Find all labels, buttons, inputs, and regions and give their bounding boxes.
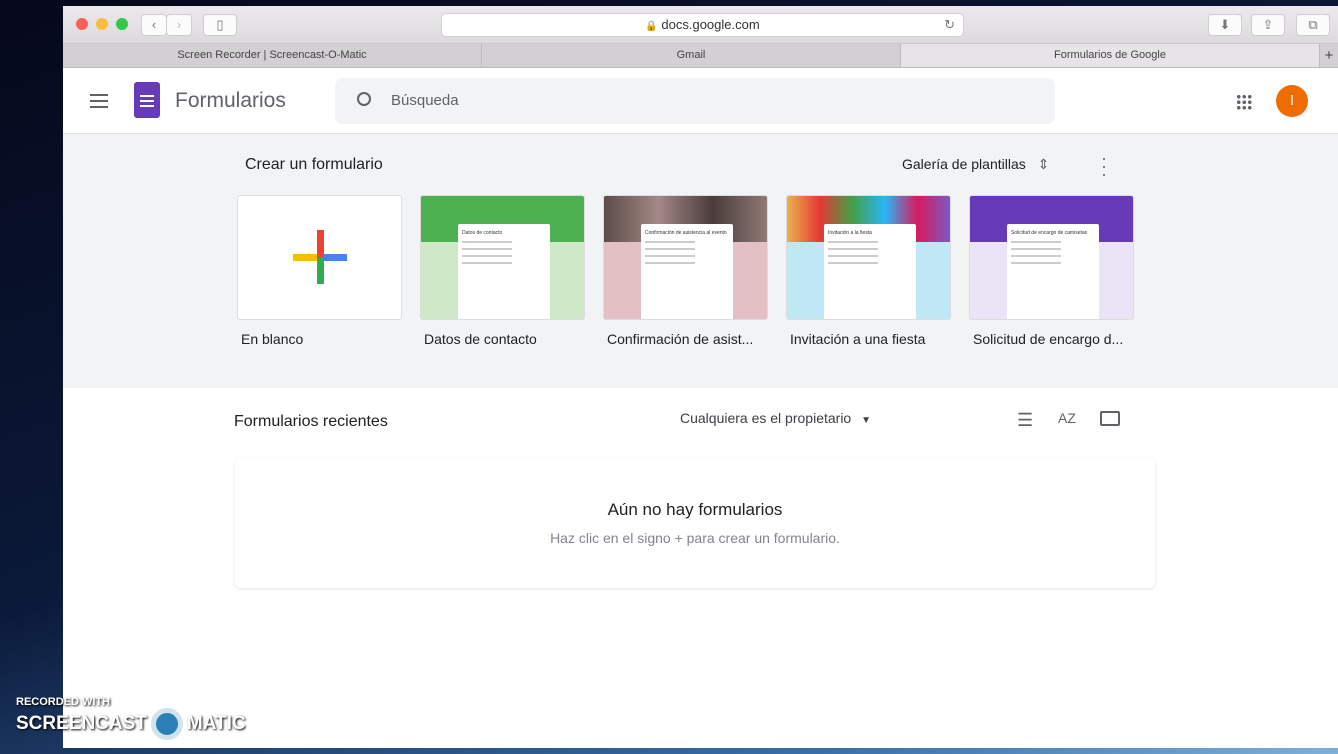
search-input[interactable]: Búsqueda [391,92,459,109]
recent-forms-section: Formularios recientes Cualquiera es el p… [63,388,1338,748]
template-label[interactable]: Datos de contacto [424,331,589,347]
template-event-rsvp[interactable]: Confirmación de asistencia al evento [603,195,768,320]
template-preview-title: Datos de contacto [462,230,503,236]
sidebar-toggle-icon[interactable]: ▯ [203,14,237,36]
tab-screencast[interactable]: Screen Recorder | Screencast-O-Matic [63,44,482,67]
search-icon[interactable] [357,92,371,106]
owner-filter-dropdown[interactable]: Cualquiera es el propietario ▼ [680,410,871,426]
template-party-invite[interactable]: Invitación a la fiesta [786,195,951,320]
downloads-icon[interactable]: ⬇ [1208,14,1242,36]
back-button[interactable]: ‹ [141,14,167,36]
minimize-window-button[interactable] [96,18,108,30]
template-blank[interactable] [237,195,402,320]
screencast-logo-icon [150,708,183,740]
template-label[interactable]: En blanco [241,331,406,347]
template-label[interactable]: Invitación a una fiesta [790,331,955,347]
plus-icon [293,230,347,284]
unfold-icon: ⇕ [1037,156,1050,172]
app-header: Formularios Búsqueda I [63,68,1338,134]
template-contact[interactable]: Datos de contacto [420,195,585,320]
app-title[interactable]: Formularios [175,89,286,113]
template-preview-title: Confirmación de asistencia al evento [645,230,727,236]
watermark-line1: RECORDED WITH [16,696,111,708]
recent-title: Formularios recientes [234,413,388,430]
lock-icon: 🔒 [645,21,658,32]
apps-grid-icon[interactable] [1236,94,1252,110]
folder-icon[interactable] [1100,411,1120,426]
browser-toolbar: ‹ › ▯ 🔒 docs.google.com ↻ ⬇ ⇪ ⧉ [63,6,1338,44]
address-bar[interactable]: 🔒 docs.google.com ↻ [441,13,964,37]
sort-az-icon[interactable]: AZ [1058,410,1076,426]
gallery-title: Crear un formulario [245,156,383,173]
browser-window: ‹ › ▯ 🔒 docs.google.com ↻ ⬇ ⇪ ⧉ Screen Re… [63,6,1338,748]
template-gallery: Crear un formulario Galería de plantilla… [63,134,1338,388]
empty-state: Aún no hay formularios Haz clic en el si… [235,458,1155,588]
template-gallery-button[interactable]: Galería de plantillas ⇕ [902,156,1049,173]
empty-subtitle: Haz clic en el signo + para crear un for… [550,530,840,546]
template-preview-title: Invitación a la fiesta [828,230,872,236]
tab-gmail[interactable]: Gmail [482,44,901,67]
main-menu-icon[interactable] [90,94,108,108]
template-label[interactable]: Solicitud de encargo d... [973,331,1138,347]
list-view-icon[interactable]: ☰ [1017,410,1033,431]
template-label[interactable]: Confirmación de asist... [607,331,772,347]
template-tshirt-order[interactable]: Solicitud de encargo de camisetas [969,195,1134,320]
forms-logo-icon[interactable] [134,82,160,118]
forward-button[interactable]: › [166,14,192,36]
close-window-button[interactable] [76,18,88,30]
owner-filter-label: Cualquiera es el propietario [680,410,852,426]
more-options-icon[interactable]: · · · [1100,149,1108,183]
tab-overview-icon[interactable]: ⧉ [1296,14,1330,36]
template-gallery-label: Galería de plantillas [902,156,1026,172]
share-icon[interactable]: ⇪ [1251,14,1285,36]
empty-title: Aún no hay formularios [607,500,783,519]
template-preview-title: Solicitud de encargo de camisetas [1011,230,1088,236]
tab-forms[interactable]: Formularios de Google [901,44,1320,67]
watermark-screencast: SCREENCAST [16,713,147,734]
avatar[interactable]: I [1276,85,1308,117]
new-tab-button[interactable]: + [1320,44,1338,67]
url-text: docs.google.com [661,17,760,32]
dropdown-arrow-icon: ▼ [861,415,872,426]
maximize-window-button[interactable] [116,18,128,30]
search-box[interactable]: Búsqueda [335,78,1055,124]
watermark-matic: MATIC [186,713,246,734]
screencast-watermark: RECORDED WITH SCREENCAST MATIC [16,696,246,740]
tab-bar: Screen Recorder | Screencast-O-Matic Gma… [63,44,1338,68]
reload-icon[interactable]: ↻ [944,14,955,36]
